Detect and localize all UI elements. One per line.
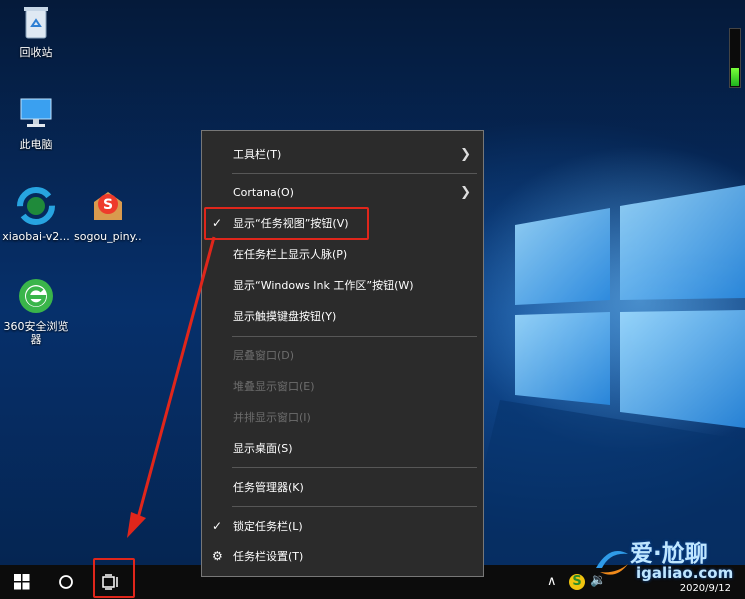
svg-text:S: S [103, 197, 113, 213]
menu-item-show-windows-ink[interactable]: 显示“Windows Ink 工作区”按钮(W) [202, 272, 483, 298]
menu-item-label: 任务栏设置(T) [233, 550, 304, 563]
gauge-fill [731, 68, 739, 86]
browser-360-icon [19, 279, 53, 313]
taskbar-context-menu: 工具栏(T) ❯ Cortana(O) ❯ ✓ 显示“任务视图”按钮(V) 在任… [201, 130, 484, 577]
menu-item-label: 在任务栏上显示人脉(P) [233, 248, 348, 261]
menu-item-label: 显示“Windows Ink 工作区”按钮(W) [233, 279, 414, 292]
gauge-widget [729, 28, 741, 88]
gear-icon: ⚙ [212, 549, 223, 563]
windows-start-icon [14, 574, 30, 590]
menu-item-show-people[interactable]: 在任务栏上显示人脉(P) [202, 241, 483, 267]
menu-item-cascade-windows: 层叠窗口(D) [202, 342, 483, 368]
annotation-highlight-task-view [93, 558, 135, 598]
desktop-icon-recycle-bin[interactable]: 回收站 [2, 2, 70, 59]
menu-item-task-manager[interactable]: 任务管理器(K) [202, 474, 483, 500]
watermark-url: igaliao.com [636, 564, 734, 582]
menu-item-label: Cortana(O) [233, 185, 294, 199]
chevron-right-icon: ❯ [460, 184, 471, 200]
cortana-search-button[interactable] [44, 565, 88, 599]
chevron-right-icon: ❯ [460, 146, 471, 162]
show-hidden-icons-chevron-icon[interactable]: ∧ [547, 574, 557, 589]
sogou-ime-tray-icon[interactable]: S [569, 574, 585, 590]
menu-item-label: 锁定任务栏(L) [233, 520, 303, 533]
menu-item-lock-taskbar[interactable]: ✓ 锁定任务栏(L) [202, 513, 483, 539]
start-button[interactable] [0, 565, 44, 599]
menu-item-label: 显示桌面(S) [233, 442, 293, 455]
menu-item-label: 层叠窗口(D) [233, 349, 295, 362]
menu-item-label: 显示触摸键盘按钮(Y) [233, 310, 337, 323]
menu-separator [232, 467, 477, 468]
menu-item-label: 并排显示窗口(I) [233, 411, 311, 424]
cortana-circle-icon [59, 575, 73, 589]
menu-item-show-desktop[interactable]: 显示桌面(S) [202, 435, 483, 461]
menu-item-label: 工具栏(T) [233, 148, 282, 161]
desktop-icon-sogou[interactable]: S sogou_piny... [74, 186, 142, 243]
menu-item-cortana[interactable]: Cortana(O) ❯ [202, 179, 483, 205]
menu-item-stack-windows: 堆叠显示窗口(E) [202, 373, 483, 399]
watermark-title: 爱·尬聊 [630, 541, 708, 567]
annotation-highlight-menu-item [204, 207, 369, 240]
xiaobai-app-icon [17, 187, 55, 225]
menu-separator [232, 506, 477, 507]
desktop-icon-xiaobai[interactable]: xiaobai-v2... [2, 186, 70, 243]
computer-icon [20, 98, 52, 127]
menu-item-show-touch-keyboard[interactable]: 显示触摸键盘按钮(Y) [202, 303, 483, 329]
menu-item-side-by-side-windows: 并排显示窗口(I) [202, 404, 483, 430]
desktop-icon-360-browser[interactable]: 360安全浏览 器 [2, 276, 70, 346]
menu-item-toolbars[interactable]: 工具栏(T) ❯ [202, 141, 483, 167]
sogou-pinyin-icon: S [94, 192, 122, 220]
desktop-icon-this-pc[interactable]: 此电脑 [2, 94, 70, 151]
watermark-logo: 爱·尬聊 igaliao.com [590, 530, 740, 590]
menu-item-taskbar-settings[interactable]: ⚙ 任务栏设置(T) [202, 543, 483, 569]
menu-separator [232, 173, 477, 174]
recycle-bin-icon [24, 7, 48, 39]
menu-separator [232, 336, 477, 337]
watermark-swirl-icon [596, 551, 628, 575]
checkmark-icon: ✓ [212, 519, 223, 533]
menu-item-label: 堆叠显示窗口(E) [233, 380, 315, 393]
menu-item-label: 任务管理器(K) [233, 481, 304, 494]
